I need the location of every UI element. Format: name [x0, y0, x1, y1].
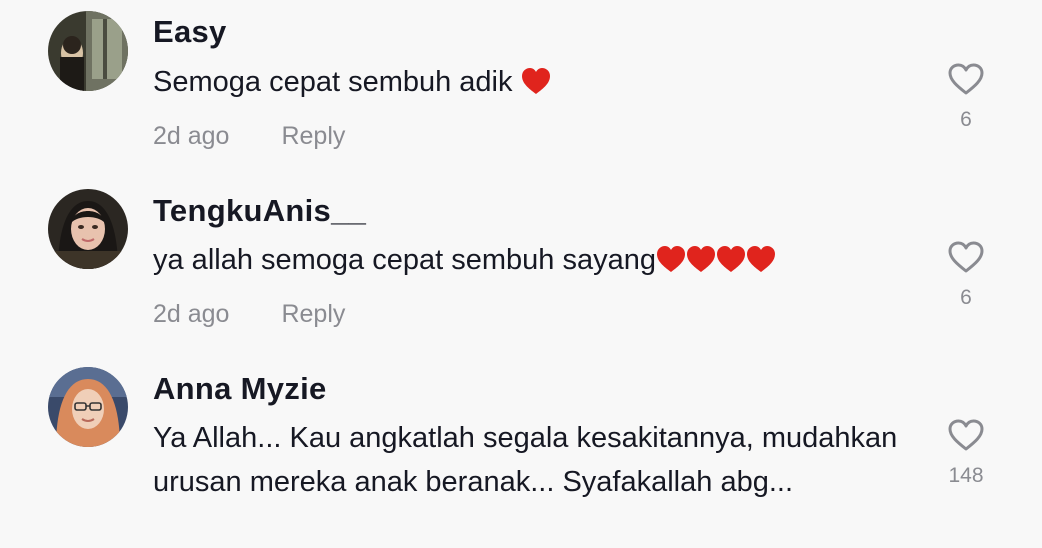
heart-outline-icon — [948, 419, 984, 451]
like-button[interactable]: 6 — [946, 240, 986, 310]
username[interactable]: Easy — [153, 14, 227, 50]
like-count: 148 — [948, 464, 984, 487]
red-heart-emoji-icon — [686, 242, 716, 286]
comment-text-content: ya allah semoga cepat sembuh sayang — [153, 244, 656, 276]
red-heart-emoji-icon — [656, 242, 686, 286]
timestamp: 2d ago — [153, 300, 230, 328]
red-heart-emoji-icon — [521, 64, 551, 108]
red-heart-emoji-icon — [716, 242, 746, 286]
comment-text: Ya Allah... Kau angkatlah segala kesakit… — [153, 422, 898, 498]
comment-meta: 2d ago Reply — [153, 300, 345, 329]
comment-text-content: Semoga cepat sembuh adik — [153, 66, 513, 98]
like-button[interactable]: 6 — [946, 62, 986, 132]
like-button[interactable]: 148 — [946, 418, 986, 488]
like-count: 6 — [960, 108, 972, 131]
comment-text: Semoga cepat sembuh adik — [153, 60, 923, 108]
comment-meta: 2d ago Reply — [153, 122, 345, 151]
avatar[interactable] — [48, 11, 128, 91]
comment-text: ya allah semoga cepat sembuh sayang — [153, 238, 923, 286]
reply-button[interactable]: Reply — [281, 122, 345, 150]
heart-outline-icon — [948, 63, 984, 95]
avatar[interactable] — [48, 367, 128, 447]
avatar[interactable] — [48, 189, 128, 269]
red-heart-emoji-icon — [746, 242, 776, 286]
username[interactable]: Anna Myzie — [153, 371, 327, 407]
reply-button[interactable]: Reply — [281, 300, 345, 328]
heart-outline-icon — [948, 241, 984, 273]
like-count: 6 — [960, 286, 972, 309]
timestamp: 2d ago — [153, 122, 230, 150]
username[interactable]: TengkuAnis__ — [153, 193, 366, 229]
